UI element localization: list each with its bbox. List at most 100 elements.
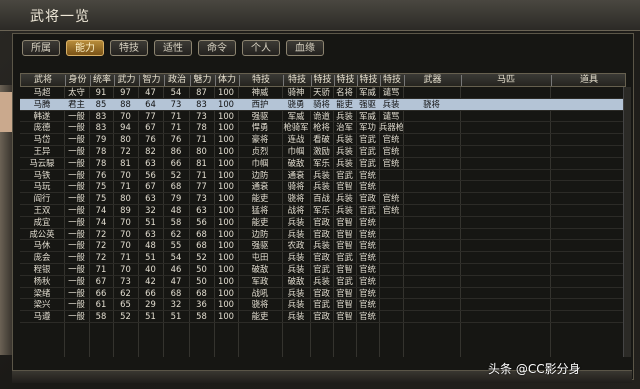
table-cell: 军威 <box>359 87 376 97</box>
table-cell: 55 <box>170 240 182 251</box>
table-cell: 66 <box>145 287 156 298</box>
column-header[interactable]: 马匹 <box>461 74 551 86</box>
table-cell <box>379 276 403 286</box>
table-cell: 军功 <box>359 122 376 133</box>
column-header[interactable]: 特技 <box>239 74 283 86</box>
scrollbar[interactable] <box>623 87 631 357</box>
column-header[interactable]: 身份 <box>65 74 90 86</box>
table-row[interactable]: 程银 一般 71 70 40 46 50 100 破敌 兵装 官武 官智 官统 <box>20 264 626 276</box>
table-cell: 官智 <box>336 299 353 310</box>
table-cell: 神威 <box>251 87 269 97</box>
column-header[interactable]: 统率 <box>90 74 114 86</box>
table-cell: 兵装 <box>287 252 305 263</box>
table-cell: 75 <box>95 181 107 192</box>
table-cell: 72 <box>95 228 107 239</box>
table-row[interactable]: 马腾 君主 85 88 64 73 83 100 西护 骁勇 骑将 能吏 强驱 兵装 骁将 <box>20 98 626 111</box>
table-cell: 86 <box>170 145 182 156</box>
tab-2[interactable]: 特技 <box>110 40 148 56</box>
tab-4[interactable]: 命令 <box>198 40 236 56</box>
table-row[interactable]: 王双 一般 74 89 32 48 63 100 猛将 战将 军乐 兵装 官武 官统 <box>20 205 626 217</box>
table-cell: 79 <box>170 193 182 204</box>
table-cell: 70 <box>120 216 131 227</box>
table-row[interactable]: 成公英 一般 72 70 63 62 68 100 边防 兵装 官政 官智 官统 <box>20 229 626 241</box>
table-cell: 100 <box>218 204 234 215</box>
table-row[interactable]: 马云騄 一般 78 81 63 66 81 100 巾帼 破敌 军乐 兵装 官武 官统 <box>20 158 626 170</box>
table-cell <box>460 158 550 168</box>
table-row[interactable]: 成宜 一般 74 70 51 58 56 100 能吏 兵装 官政 官智 官统 <box>20 217 626 229</box>
table-cell: 天骄 <box>313 87 330 97</box>
table-cell: 官统 <box>359 228 376 239</box>
column-header[interactable]: 政治 <box>164 74 190 86</box>
table-row[interactable]: 庞德 一般 83 94 67 71 78 100 悍勇 枪骑军 枪将 治军 军功 兵器枪 <box>20 122 626 135</box>
watermark: 头条 @CC影分身 <box>488 362 581 376</box>
table-cell: 63 <box>196 204 207 215</box>
table-cell: 兵装 <box>382 98 400 109</box>
table-cell: 58 <box>170 216 182 227</box>
table-cell: 100 <box>218 134 234 145</box>
table-cell <box>550 99 626 109</box>
table-row[interactable]: 马岱 一般 79 80 76 76 71 100 豪将 连战 看破 兵装 官武 官统 <box>20 134 626 146</box>
table-row[interactable]: 马休 一般 72 70 48 55 68 100 强驱 农政 兵装 官智 官统 <box>20 240 626 253</box>
column-header[interactable]: 武器 <box>404 74 461 86</box>
table-cell: 一般 <box>68 252 85 263</box>
table-cell: 87 <box>196 87 207 97</box>
table-cell: 百战 <box>313 193 330 204</box>
tab-6[interactable]: 血缘 <box>286 40 324 56</box>
header-separator <box>380 75 381 86</box>
column-header[interactable]: 特技 <box>380 74 404 86</box>
column-header[interactable]: 智力 <box>139 74 164 86</box>
column-header[interactable]: 魅力 <box>190 74 215 86</box>
table-row[interactable]: 马铁 一般 76 70 56 52 71 100 边防 通衰 兵装 官武 官统 <box>20 170 626 182</box>
table-cell: 边防 <box>251 228 269 239</box>
table-cell <box>460 264 550 274</box>
table-row[interactable]: 韩遂 一般 83 70 77 71 73 100 强驱 军威 诡道 兵装 军威 谴骂 <box>20 111 626 123</box>
column-header[interactable]: 武力 <box>114 74 139 86</box>
table-cell <box>403 276 460 286</box>
table-row[interactable]: 马超 太守 91 97 47 54 87 100 神威 骑神 天骄 名将 军威 谴骂 <box>20 87 626 99</box>
column-header[interactable]: 特技 <box>357 74 380 86</box>
tab-0[interactable]: 所属 <box>22 40 60 56</box>
table-cell: 官政 <box>313 216 330 227</box>
table-header: 武将 身份 统率 武力 智力 政治 魅力 体力 特技 特技 特技 特技 特技 特技 武器 马匹 道具 <box>20 73 626 87</box>
table-row[interactable]: 阎行 一般 75 80 63 79 73 100 能吏 骁将 百战 兵装 官政 官统 <box>20 193 626 205</box>
table-cell: 看破 <box>313 134 330 145</box>
table-cell <box>550 181 626 191</box>
table-cell <box>550 122 626 132</box>
table-cell: 兵装 <box>336 110 353 121</box>
column-header[interactable]: 武将 <box>21 74 65 86</box>
table-cell: 官武 <box>359 134 376 145</box>
column-header[interactable]: 特技 <box>283 74 311 86</box>
tab-1[interactable]: 能力 <box>66 40 104 56</box>
table-cell: 谴骂 <box>382 87 400 97</box>
table-cell: 庞会 <box>33 252 51 263</box>
column-header[interactable]: 特技 <box>311 74 334 86</box>
table-cell: 骁将 <box>251 299 269 310</box>
table-row[interactable]: 梁兴 一般 61 65 29 32 36 100 骁将 兵装 官武 官智 官统 <box>20 299 626 312</box>
table-cell: 官武 <box>313 263 330 274</box>
tab-3[interactable]: 适性 <box>154 40 192 56</box>
table-cell <box>403 193 460 203</box>
table-cell <box>379 264 403 274</box>
table-row[interactable]: 马遵 一般 58 52 51 51 58 100 能吏 兵装 官政 官智 官统 <box>20 311 626 323</box>
table-cell: 77 <box>196 181 207 192</box>
header-separator <box>239 75 240 86</box>
column-header[interactable]: 道具 <box>551 74 627 86</box>
table-cell: 阎行 <box>33 193 51 204</box>
column-header[interactable]: 特技 <box>334 74 357 86</box>
table-cell <box>403 229 460 239</box>
table-cell <box>403 158 460 168</box>
table-cell: 破敌 <box>287 275 305 286</box>
table-cell: 100 <box>218 216 234 227</box>
table-row[interactable]: 梁绪 一般 66 62 66 68 68 100 战吼 兵装 官政 官智 官统 <box>20 288 626 300</box>
table-row[interactable]: 庞会 一般 72 71 51 54 52 100 屯田 兵装 官政 官武 官统 <box>20 252 626 264</box>
table-cell: 官统 <box>359 275 376 286</box>
tab-5[interactable]: 个人 <box>242 40 280 56</box>
table-cell: 一般 <box>68 216 85 227</box>
table-row[interactable]: 杨秋 一般 67 73 42 47 50 100 军政 破敌 兵装 官武 官统 <box>20 276 626 288</box>
table-row[interactable]: 马玩 一般 75 71 67 68 77 100 通衰 骑将 兵装 官智 官统 <box>20 181 626 194</box>
table-cell: 太守 <box>68 87 85 97</box>
column-header[interactable]: 体力 <box>215 74 239 86</box>
table-row[interactable]: 王异 一般 78 72 82 86 80 100 贞烈 巾帼 激励 兵装 官武 官统 <box>20 146 626 158</box>
table-cell <box>460 311 550 321</box>
table-cell <box>403 288 460 298</box>
